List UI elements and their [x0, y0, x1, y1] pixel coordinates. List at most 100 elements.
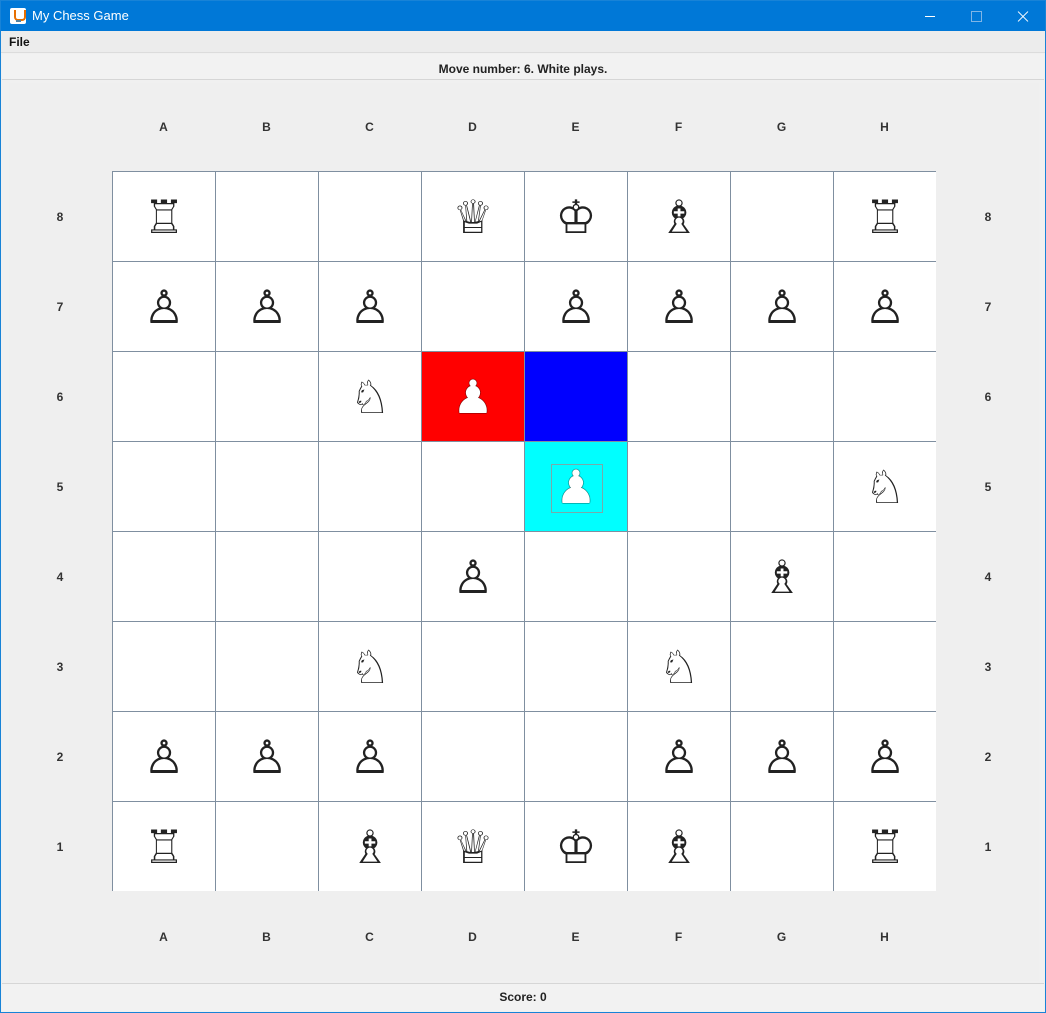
square-h6[interactable] — [834, 352, 936, 441]
close-button[interactable] — [999, 1, 1045, 31]
square-e2[interactable] — [525, 712, 627, 801]
square-c2[interactable]: ♙ — [319, 712, 421, 801]
rook-icon[interactable]: ♖ — [113, 172, 215, 261]
square-f1[interactable]: ♗ — [628, 802, 730, 891]
square-h1[interactable]: ♖ — [834, 802, 936, 891]
square-c6[interactable]: ♘ — [319, 352, 421, 441]
pawn-icon[interactable]: ♙ — [319, 262, 421, 351]
square-g7[interactable]: ♙ — [731, 262, 833, 351]
square-f4[interactable] — [628, 532, 730, 621]
pawn-icon[interactable]: ♙ — [216, 712, 318, 801]
queen-icon[interactable]: ♕ — [422, 802, 524, 891]
square-f2[interactable]: ♙ — [628, 712, 730, 801]
bishop-icon[interactable]: ♗ — [628, 802, 730, 891]
king-icon[interactable]: ♔ — [525, 172, 627, 261]
rook-icon[interactable]: ♖ — [834, 172, 936, 261]
square-b5[interactable] — [216, 442, 318, 531]
square-h4[interactable] — [834, 532, 936, 621]
square-g3[interactable] — [731, 622, 833, 711]
rook-icon[interactable]: ♖ — [834, 802, 936, 891]
knight-icon[interactable]: ♘ — [319, 622, 421, 711]
square-e4[interactable] — [525, 532, 627, 621]
pawn-icon[interactable]: ♙ — [834, 712, 936, 801]
square-g2[interactable]: ♙ — [731, 712, 833, 801]
pawn-icon[interactable]: ♙ — [113, 712, 215, 801]
square-f6[interactable] — [628, 352, 730, 441]
maximize-button[interactable] — [953, 1, 999, 31]
square-c8[interactable] — [319, 172, 421, 261]
square-c7[interactable]: ♙ — [319, 262, 421, 351]
square-g1[interactable] — [731, 802, 833, 891]
pawn-icon[interactable]: ♙ — [628, 262, 730, 351]
square-g8[interactable] — [731, 172, 833, 261]
square-h7[interactable]: ♙ — [834, 262, 936, 351]
square-a8[interactable]: ♖ — [113, 172, 215, 261]
pawn-icon[interactable]: ♙ — [628, 712, 730, 801]
square-d6[interactable]: ♟ — [422, 352, 524, 441]
square-b6[interactable] — [216, 352, 318, 441]
chess-board[interactable]: ♖ ♕ ♔ ♗ ♖ ♙ ♙ ♙ ♙ ♙ ♙ ♙ ♘ ♟ ♟ ♘ ♙ ♗ ♘ ♘ ♙ ♙ ♙ ♙ ♙ ♙ ♖ ♗ ♕ ♔ ♗ ♖ — [112, 171, 936, 891]
square-c5[interactable] — [319, 442, 421, 531]
square-c4[interactable] — [319, 532, 421, 621]
square-a5[interactable] — [113, 442, 215, 531]
square-a4[interactable] — [113, 532, 215, 621]
knight-icon[interactable]: ♘ — [319, 352, 421, 441]
king-icon[interactable]: ♔ — [525, 802, 627, 891]
knight-icon[interactable]: ♘ — [628, 622, 730, 711]
square-a1[interactable]: ♖ — [113, 802, 215, 891]
pawn-icon[interactable]: ♙ — [731, 712, 833, 801]
bishop-icon[interactable]: ♗ — [319, 802, 421, 891]
square-a3[interactable] — [113, 622, 215, 711]
square-e1[interactable]: ♔ — [525, 802, 627, 891]
pawn-icon[interactable]: ♙ — [216, 262, 318, 351]
square-b4[interactable] — [216, 532, 318, 621]
pawn-icon[interactable]: ♙ — [525, 262, 627, 351]
rook-icon[interactable]: ♖ — [113, 802, 215, 891]
square-f3[interactable]: ♘ — [628, 622, 730, 711]
queen-icon[interactable]: ♕ — [422, 172, 524, 261]
square-h2[interactable]: ♙ — [834, 712, 936, 801]
square-g6[interactable] — [731, 352, 833, 441]
square-b8[interactable] — [216, 172, 318, 261]
square-b3[interactable] — [216, 622, 318, 711]
pawn-icon[interactable]: ♙ — [113, 262, 215, 351]
square-e3[interactable] — [525, 622, 627, 711]
bishop-icon[interactable]: ♗ — [628, 172, 730, 261]
pawn-icon[interactable]: ♙ — [731, 262, 833, 351]
square-d7[interactable] — [422, 262, 524, 351]
square-e6[interactable] — [525, 352, 627, 441]
square-a7[interactable]: ♙ — [113, 262, 215, 351]
square-d2[interactable] — [422, 712, 524, 801]
square-d5[interactable] — [422, 442, 524, 531]
square-a2[interactable]: ♙ — [113, 712, 215, 801]
minimize-button[interactable] — [907, 1, 953, 31]
square-d4[interactable]: ♙ — [422, 532, 524, 621]
square-c3[interactable]: ♘ — [319, 622, 421, 711]
bishop-icon[interactable]: ♗ — [731, 532, 833, 621]
square-f8[interactable]: ♗ — [628, 172, 730, 261]
square-d8[interactable]: ♕ — [422, 172, 524, 261]
pawn-icon[interactable]: ♙ — [422, 532, 524, 621]
pawn-icon[interactable]: ♙ — [319, 712, 421, 801]
knight-icon[interactable]: ♘ — [834, 442, 936, 531]
square-g5[interactable] — [731, 442, 833, 531]
pawn-icon[interactable]: ♟ — [525, 442, 627, 531]
title-bar[interactable]: My Chess Game — [1, 1, 1045, 31]
square-h3[interactable] — [834, 622, 936, 711]
square-f7[interactable]: ♙ — [628, 262, 730, 351]
square-e8[interactable]: ♔ — [525, 172, 627, 261]
square-c1[interactable]: ♗ — [319, 802, 421, 891]
square-d1[interactable]: ♕ — [422, 802, 524, 891]
pawn-icon[interactable]: ♟ — [422, 352, 524, 441]
square-b7[interactable]: ♙ — [216, 262, 318, 351]
square-b1[interactable] — [216, 802, 318, 891]
square-h8[interactable]: ♖ — [834, 172, 936, 261]
square-h5[interactable]: ♘ — [834, 442, 936, 531]
square-f5[interactable] — [628, 442, 730, 531]
square-b2[interactable]: ♙ — [216, 712, 318, 801]
menu-file[interactable]: File — [7, 35, 32, 49]
square-g4[interactable]: ♗ — [731, 532, 833, 621]
square-d3[interactable] — [422, 622, 524, 711]
square-e5[interactable]: ♟ — [525, 442, 627, 531]
square-a6[interactable] — [113, 352, 215, 441]
